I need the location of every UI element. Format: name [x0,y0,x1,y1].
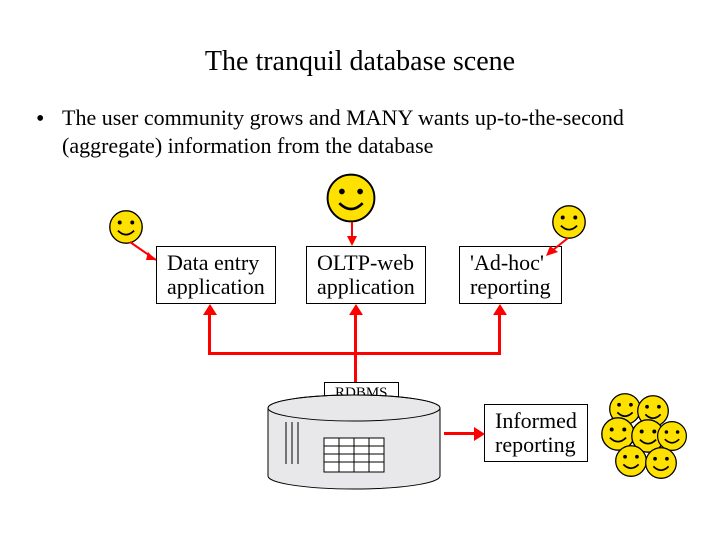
arrow-up-icon [203,304,217,315]
connector-line [544,236,570,258]
smiley-icon [614,444,648,478]
bus-line [354,312,357,384]
bullet-marker: • [36,106,44,133]
informed-reporting-box: Informed reporting [484,404,588,462]
arrow-right-icon [474,427,485,441]
bus-line [208,312,211,355]
bullet-text: The user community grows and MANY wants … [62,104,680,159]
slide: The tranquil database scene • The user c… [0,0,720,540]
data-entry-box: Data entry application [156,246,276,304]
arrow-up-icon [493,304,507,315]
connector-line [444,432,476,435]
smiley-icon [644,446,678,480]
slide-title: The tranquil database scene [0,46,720,78]
oltp-web-box: OLTP-web application [306,246,426,304]
bus-line [498,312,501,355]
connector-line [347,222,357,248]
smiley-icon [325,172,377,224]
smiley-icon [551,204,587,240]
connector-line [128,240,158,262]
database-icon [264,394,444,492]
arrow-up-icon [349,304,363,315]
